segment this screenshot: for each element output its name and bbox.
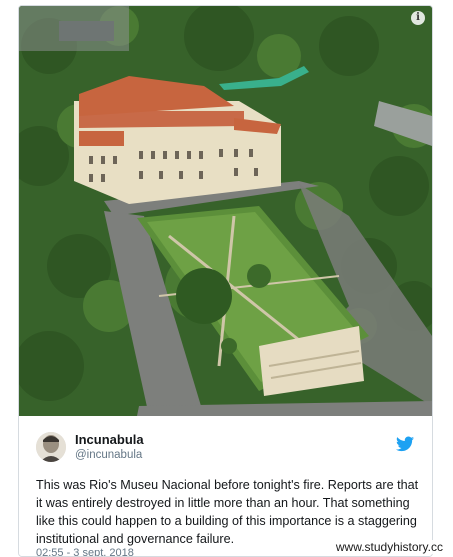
info-icon[interactable]: i: [411, 11, 425, 25]
avatar-portrait-icon: [36, 432, 66, 462]
watermark: www.studyhistory.cc: [333, 540, 445, 554]
tweet-body: Incunabula @incunabula This was Rio's Mu…: [19, 416, 432, 556]
twitter-bird-icon[interactable]: [396, 436, 414, 452]
embedded-tweet-card: i Incunabula @incunabula This was Rio's …: [18, 5, 433, 557]
tweet-text: This was Rio's Museu Nacional before ton…: [36, 478, 419, 546]
tweet-photo[interactable]: i: [19, 6, 432, 416]
user-handle[interactable]: @incunabula: [75, 449, 142, 461]
aerial-museum-image: [19, 6, 432, 416]
display-name[interactable]: Incunabula: [75, 432, 144, 447]
avatar[interactable]: [36, 432, 66, 462]
tweet-timestamp[interactable]: 02:55 - 3 sept. 2018: [36, 547, 134, 556]
